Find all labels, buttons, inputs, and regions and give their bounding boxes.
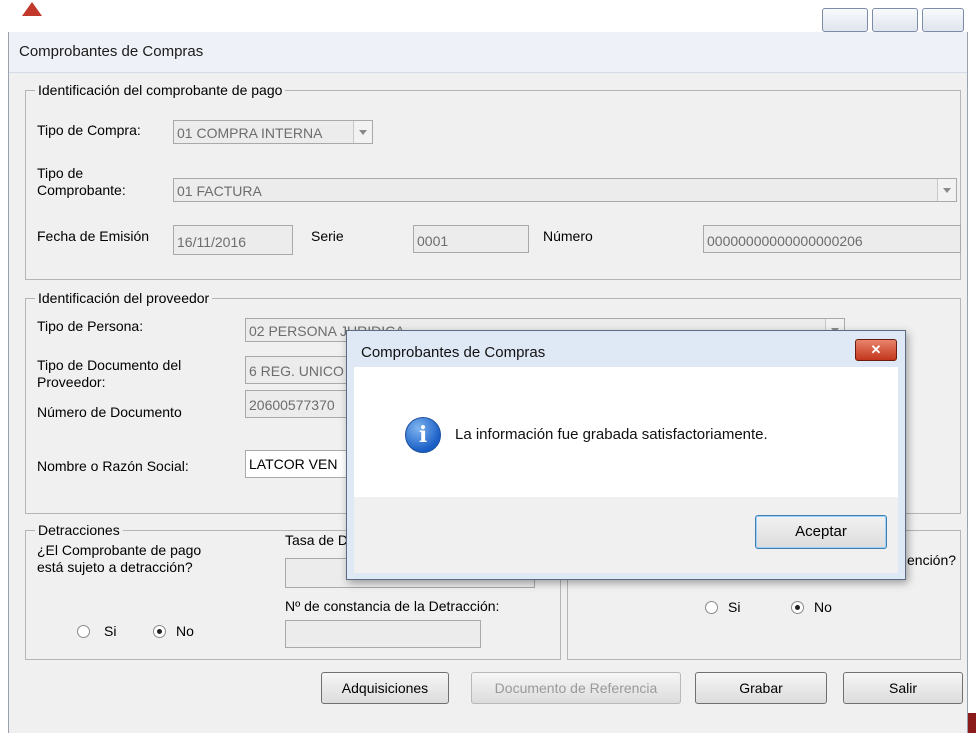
retencion-no-label: No bbox=[814, 599, 832, 615]
group-legend: Detracciones bbox=[35, 522, 123, 538]
detraccion-question-line1: ¿El Comprobante de pago bbox=[37, 542, 202, 558]
chevron-down-icon[interactable] bbox=[353, 121, 372, 143]
serie-input[interactable]: 0001 bbox=[413, 225, 529, 253]
dialog-message: La información fue grabada satisfactoria… bbox=[455, 426, 768, 443]
group-legend: Identificación del proveedor bbox=[35, 290, 213, 306]
aceptar-button[interactable]: Aceptar bbox=[755, 515, 887, 549]
app-icon bbox=[22, 2, 42, 16]
dialog-title: Comprobantes de Compras bbox=[361, 344, 546, 361]
tipo-documento-label-line1: Tipo de Documento del bbox=[37, 357, 182, 373]
tipo-documento-label-line2: Proveedor: bbox=[37, 374, 106, 390]
bg-maximize-button[interactable] bbox=[872, 8, 918, 32]
detraccion-question-line2: está sujeto a detracción? bbox=[37, 559, 193, 575]
close-icon: ✕ bbox=[870, 342, 882, 357]
group-legend: Identificación del comprobante de pago bbox=[35, 82, 286, 98]
retencion-no-radio[interactable] bbox=[791, 601, 804, 614]
numero-label: Número bbox=[543, 228, 593, 244]
tasa-detraccion-label: Tasa de D bbox=[285, 532, 349, 548]
retencion-si-radio[interactable] bbox=[705, 601, 718, 614]
serie-label: Serie bbox=[311, 228, 344, 244]
razon-social-label: Nombre o Razón Social: bbox=[37, 458, 189, 474]
chevron-down-icon[interactable] bbox=[937, 179, 956, 201]
fecha-emision-input[interactable]: 16/11/2016 bbox=[173, 225, 293, 255]
tipo-comprobante-select[interactable]: 01 FACTURA bbox=[173, 178, 957, 202]
retencion-question: ención? bbox=[907, 552, 957, 568]
constancia-input[interactable] bbox=[285, 620, 481, 648]
grabar-button[interactable]: Grabar bbox=[695, 672, 827, 704]
window-title: Comprobantes de Compras bbox=[19, 43, 204, 60]
tipo-compra-select[interactable]: 01 COMPRA INTERNA bbox=[173, 120, 373, 144]
info-icon: i bbox=[405, 417, 441, 453]
tipo-compra-label: Tipo de Compra: bbox=[37, 122, 141, 138]
message-dialog: Comprobantes de Compras ✕ i La informaci… bbox=[346, 330, 906, 580]
tipo-comprobante-value: 01 FACTURA bbox=[177, 183, 262, 199]
detraccion-no-radio[interactable] bbox=[153, 625, 166, 638]
bg-close-button[interactable] bbox=[922, 8, 964, 32]
tipo-comprobante-label-line1: Tipo de bbox=[37, 165, 84, 181]
fecha-emision-label: Fecha de Emisión bbox=[37, 228, 150, 244]
dialog-close-button[interactable]: ✕ bbox=[855, 339, 897, 361]
detraccion-no-label: No bbox=[176, 623, 194, 639]
detraccion-si-label: Si bbox=[104, 623, 117, 639]
detraccion-si-radio[interactable] bbox=[77, 625, 90, 638]
adquisiciones-button[interactable]: Adquisiciones bbox=[321, 672, 449, 704]
tipo-compra-value: 01 COMPRA INTERNA bbox=[177, 125, 323, 141]
tipo-persona-label: Tipo de Persona: bbox=[37, 318, 144, 334]
bg-minimize-button[interactable] bbox=[822, 8, 868, 32]
numero-input[interactable]: 00000000000000000206 bbox=[703, 225, 961, 253]
retencion-si-label: Si bbox=[728, 599, 741, 615]
window-titlebar: Comprobantes de Compras bbox=[9, 32, 967, 73]
info-glyph: i bbox=[418, 422, 428, 448]
tipo-comprobante-label-line2: Comprobante: bbox=[37, 182, 126, 198]
salir-button[interactable]: Salir bbox=[843, 672, 963, 704]
constancia-label: Nº de constancia de la Detracción: bbox=[285, 598, 500, 614]
numero-documento-label: Número de Documento bbox=[37, 404, 182, 420]
documento-referencia-button[interactable]: Documento de Referencia bbox=[471, 672, 681, 704]
